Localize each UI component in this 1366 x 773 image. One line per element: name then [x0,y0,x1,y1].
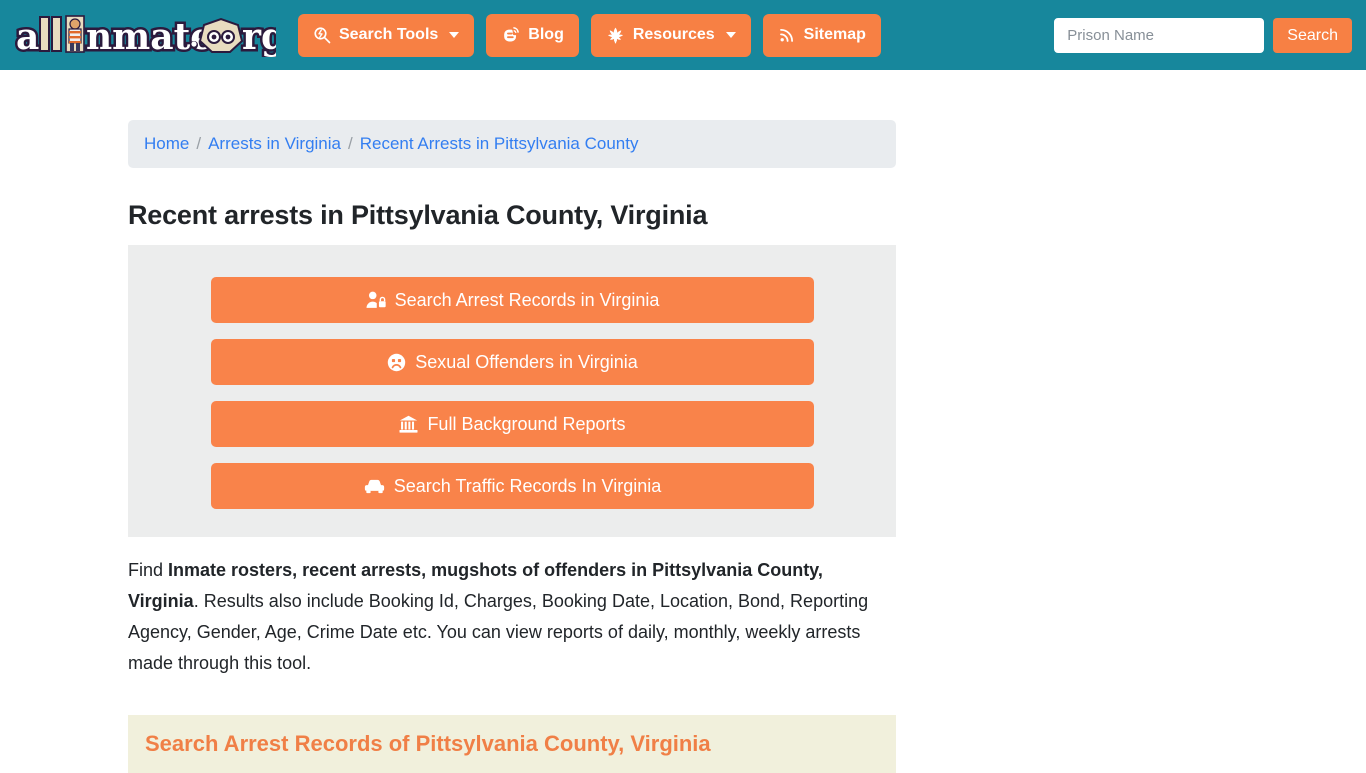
nav-label: Sitemap [803,26,866,43]
car-icon [364,477,385,495]
breadcrumb-item-current[interactable]: Recent Arrests in Pittsylvania County [360,134,639,154]
search-button[interactable]: Search [1273,18,1352,53]
cta-search-arrest-records-button[interactable]: Search Arrest Records in Virginia [211,277,814,323]
search-bolt-icon [313,26,331,44]
nav-button-blog[interactable]: Blog [486,13,579,57]
leaf-icon [606,26,625,45]
cta-full-background-reports-button[interactable]: Full Background Reports [211,401,814,447]
chevron-down-icon [725,32,736,38]
nav-label: Resources [632,26,715,43]
intro-paragraph: Find Inmate rosters, recent arrests, mug… [128,555,893,679]
cta-panel: Search Arrest Records in Virginia Sexual… [128,245,896,537]
nav-button-sitemap[interactable]: Sitemap [762,13,881,57]
main-navigation: Search Tools Blog Resources Sitemap [298,13,881,57]
header-search: Search [1054,18,1352,53]
cta-label: Full Background Reports [427,413,626,434]
nav-button-search-tools[interactable]: Search Tools [298,13,475,57]
user-lock-icon [366,291,386,309]
cta-label: Search Arrest Records in Virginia [394,289,660,310]
svg-text:rg: rg [242,16,276,57]
frown-face-icon [387,353,406,372]
cta-sexual-offenders-button[interactable]: Sexual Offenders in Virginia [211,339,814,385]
cta-label: Sexual Offenders in Virginia [415,351,638,372]
main-content: Home / Arrests in Virginia / Recent Arre… [128,70,896,773]
search-input[interactable] [1054,18,1265,53]
courthouse-icon [399,415,418,434]
rss-icon [778,26,796,44]
breadcrumb-separator: / [196,134,202,153]
breadcrumb-item-home[interactable]: Home [144,134,189,154]
cta-label: Search Traffic Records In Virginia [393,475,662,496]
cta-search-traffic-records-button[interactable]: Search Traffic Records In Virginia [211,463,814,509]
nav-label: Search Tools [339,26,439,43]
svg-text:a: a [16,16,39,57]
chevron-down-icon [449,32,460,38]
intro-rest: . Results also include Booking Id, Charg… [128,591,869,673]
page-title: Recent arrests in Pittsylvania County, V… [128,200,708,230]
breadcrumb-item-arrests-in-virginia[interactable]: Arrests in Virginia [208,134,341,154]
nav-label: Blog [528,26,564,43]
site-header: a a nmates nmates rg rg Search Tools Blo… [0,0,1366,70]
nav-button-resources[interactable]: Resources [590,13,751,57]
breadcrumb: Home / Arrests in Virginia / Recent Arre… [128,120,896,168]
breadcrumb-separator: / [348,134,353,153]
site-logo[interactable]: a a nmates nmates rg rg [14,13,276,58]
blogger-icon [501,26,520,45]
section-heading: Search Arrest Records of Pittsylvania Co… [128,715,896,773]
intro-lead: Find [128,560,169,580]
